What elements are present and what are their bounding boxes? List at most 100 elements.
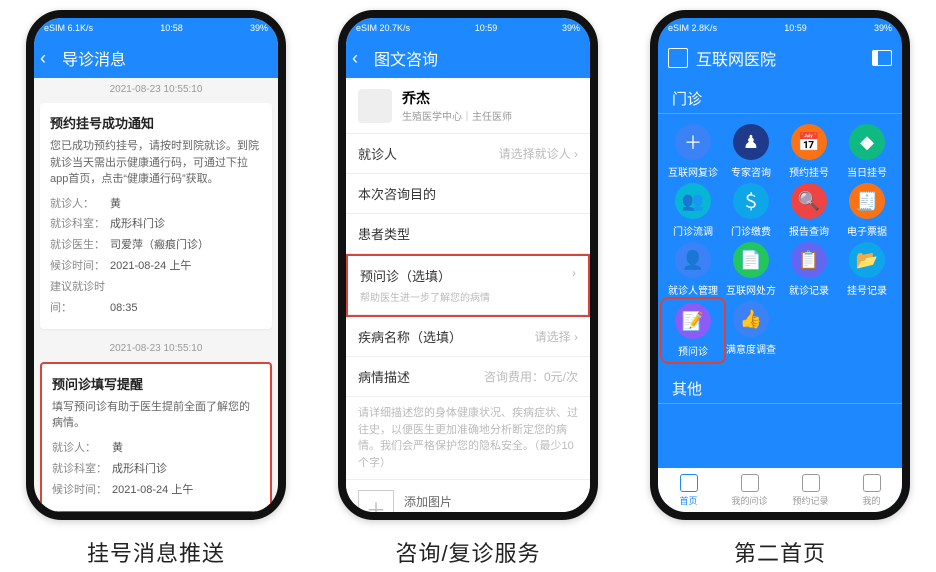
label: 本次咨询目的: [358, 184, 436, 203]
section-other: 其他: [658, 368, 902, 404]
row-description-header: 病情描述 咨询费用：0元/次: [346, 357, 590, 397]
feature-label: 当日挂号: [847, 164, 887, 179]
feature-label: 满意度调查: [726, 341, 776, 356]
message-card-reminder[interactable]: 预问诊填写提醒 填写预问诊有助于医生提前全面了解您的病情。 就诊人：黄 就诊科室…: [40, 362, 272, 512]
section-outpatient: 门诊: [658, 78, 902, 114]
row-patient[interactable]: 就诊人 请选择就诊人 ›: [346, 134, 590, 174]
caption: 第二首页: [734, 536, 826, 568]
row-disease[interactable]: 疾病名称（选填） 请选择 ›: [346, 317, 590, 357]
calendar-icon: [802, 474, 820, 492]
grid-item-就诊人管理[interactable]: 👤就诊人管理: [664, 242, 722, 297]
page-title: 导诊消息: [62, 46, 126, 70]
tab-mine[interactable]: 我的: [841, 468, 902, 512]
title-bar: ‹ 导诊消息: [34, 38, 278, 78]
title-bar: 互联网医院: [658, 38, 902, 78]
card-title: 预问诊填写提醒: [52, 374, 260, 393]
highlight-pre-inquiry: 预问诊（选填） › 帮助医生进一步了解您的病情: [346, 254, 590, 317]
doctor-name: 乔杰: [402, 88, 512, 108]
feature-icon: 👥: [675, 183, 711, 219]
grid-item-互联网复诊[interactable]: ＋互联网复诊: [664, 124, 722, 179]
home-icon: [680, 474, 698, 492]
label: 病情描述: [358, 367, 410, 386]
feature-icon: 📅: [791, 124, 827, 160]
back-icon[interactable]: ‹: [352, 48, 374, 69]
battery-indicator: 39%: [874, 23, 892, 33]
grid-item-预约挂号[interactable]: 📅 预约挂号: [780, 124, 838, 179]
back-icon[interactable]: ‹: [40, 48, 62, 69]
chat-icon: [741, 474, 759, 492]
chevron-right-icon: ›: [572, 266, 576, 285]
grid-item-就诊记录[interactable]: 📋就诊记录: [780, 242, 838, 297]
label-suggest: 建议就诊时间：: [50, 277, 110, 319]
feature-grid: ＋互联网复诊♟专家咨询 📅 预约挂号 ◆当日挂号 👥 门诊流调 ＄门诊缴费🔍报告查询🧾电子票…: [658, 120, 902, 364]
value-patient: 黄: [110, 198, 121, 210]
qrcode-icon[interactable]: [668, 48, 688, 68]
sim-indicator: eSIM 20.7K/s: [356, 23, 410, 33]
feature-icon: ＋: [675, 124, 711, 160]
feature-label: 就诊人管理: [668, 282, 718, 297]
message-card-success[interactable]: 预约挂号成功通知 您已成功预约挂号，请按时到院就诊。到院就诊当天需出示健康通行码…: [40, 103, 272, 329]
consult-form: 乔杰 生殖医学中心｜主任医师 就诊人 请选择就诊人 › 本次咨询目的 患者类型: [346, 78, 590, 512]
card-body: 您已成功预约挂号，请按时到院就诊。到院就诊当天需出示健康通行码，可通过下拉app…: [50, 138, 262, 188]
grid-item-门诊流调[interactable]: 👥 门诊流调: [664, 183, 722, 238]
label: 就诊人: [358, 144, 397, 163]
phone-hospital-home: eSIM 2.8K/s 10:59 39% 互联网医院 门诊 ＋互联网复诊♟专家…: [650, 10, 910, 520]
description-textarea[interactable]: 请详细描述您的身体健康状况、疾病症状、过往史，以便医生更加准确地分析断定您的病情…: [346, 397, 590, 480]
user-icon: [863, 474, 881, 492]
card-body: 填写预问诊有助于医生提前全面了解您的病情。: [52, 399, 260, 432]
page-title: 互联网医院: [696, 46, 776, 70]
grid-item-预问诊[interactable]: 📝预问诊: [664, 301, 722, 360]
label: 疾病名称（选填）: [358, 327, 462, 346]
feature-label: 门诊流调: [673, 223, 713, 238]
clock: 10:59: [475, 23, 498, 33]
value-doctor: 司爱萍（瘢痕门诊）: [110, 239, 209, 251]
doctor-header[interactable]: 乔杰 生殖医学中心｜主任医师: [346, 78, 590, 134]
grid-item-当日挂号[interactable]: ◆当日挂号: [838, 124, 896, 179]
grid-item-满意度调查[interactable]: 👍满意度调查: [722, 301, 780, 360]
chevron-right-icon: ›: [574, 330, 578, 344]
label-patient: 就诊人：: [50, 194, 110, 215]
label-dept: 就诊科室：: [50, 214, 110, 235]
tab-my-inquiry[interactable]: 我的问诊: [719, 468, 780, 512]
plus-icon[interactable]: ＋: [358, 490, 394, 512]
chevron-right-icon: ›: [574, 147, 578, 161]
page-title: 图文咨询: [374, 46, 438, 70]
caption: 咨询/复诊服务: [395, 536, 540, 568]
hint: 请选择: [535, 330, 571, 344]
sim-indicator: eSIM 2.8K/s: [668, 23, 717, 33]
feature-icon: ♟: [733, 124, 769, 160]
row-add-picture[interactable]: ＋ 添加图片 病历资料、检查报告或其它病情资料: [346, 480, 590, 512]
label-time: 候诊时间：: [50, 256, 110, 277]
feature-label: 预约挂号: [789, 164, 829, 179]
feature-label: 门诊缴费: [731, 223, 771, 238]
grid-item-挂号记录[interactable]: 📂 挂号记录: [838, 242, 896, 297]
grid-item-互联网处方[interactable]: 📄互联网处方: [722, 242, 780, 297]
feature-label: 预问诊: [678, 343, 708, 358]
label: 预问诊（选填）: [360, 266, 451, 285]
sim-indicator: eSIM 6.1K/s: [44, 23, 93, 33]
feature-icon: 🔍: [791, 183, 827, 219]
tab-label: 首页: [679, 494, 697, 507]
card-title: 预约挂号成功通知: [50, 113, 262, 132]
feature-label: 就诊记录: [789, 282, 829, 297]
label: 患者类型: [358, 224, 410, 243]
row-pre-inquiry[interactable]: 预问诊（选填） › 帮助医生进一步了解您的病情: [348, 256, 588, 315]
grid-item-门诊缴费[interactable]: ＄门诊缴费: [722, 183, 780, 238]
feature-label: 挂号记录: [847, 282, 887, 297]
feature-icon: 📂: [849, 242, 885, 278]
grid-item-电子票据[interactable]: 🧾电子票据: [838, 183, 896, 238]
feature-label: 互联网处方: [726, 282, 776, 297]
addpic-hint: 病历资料、检查报告或其它病情资料: [404, 510, 548, 512]
message-list[interactable]: 2021-08-23 10:55:10 预约挂号成功通知 您已成功预约挂号，请按…: [34, 78, 278, 512]
row-purpose[interactable]: 本次咨询目的: [346, 174, 590, 214]
grid-item-报告查询[interactable]: 🔍报告查询: [780, 183, 838, 238]
label-patient: 就诊人：: [52, 438, 112, 459]
speaker-icon[interactable]: [872, 50, 892, 66]
row-patient-type[interactable]: 患者类型: [346, 214, 590, 254]
value-dept: 成形科门诊: [112, 463, 167, 475]
feature-icon: 🧾: [849, 183, 885, 219]
tab-appointments[interactable]: 预约记录: [780, 468, 841, 512]
grid-item-专家咨询[interactable]: ♟专家咨询: [722, 124, 780, 179]
tab-home[interactable]: 首页: [658, 468, 719, 512]
status-bar: eSIM 2.8K/s 10:59 39%: [658, 18, 902, 38]
